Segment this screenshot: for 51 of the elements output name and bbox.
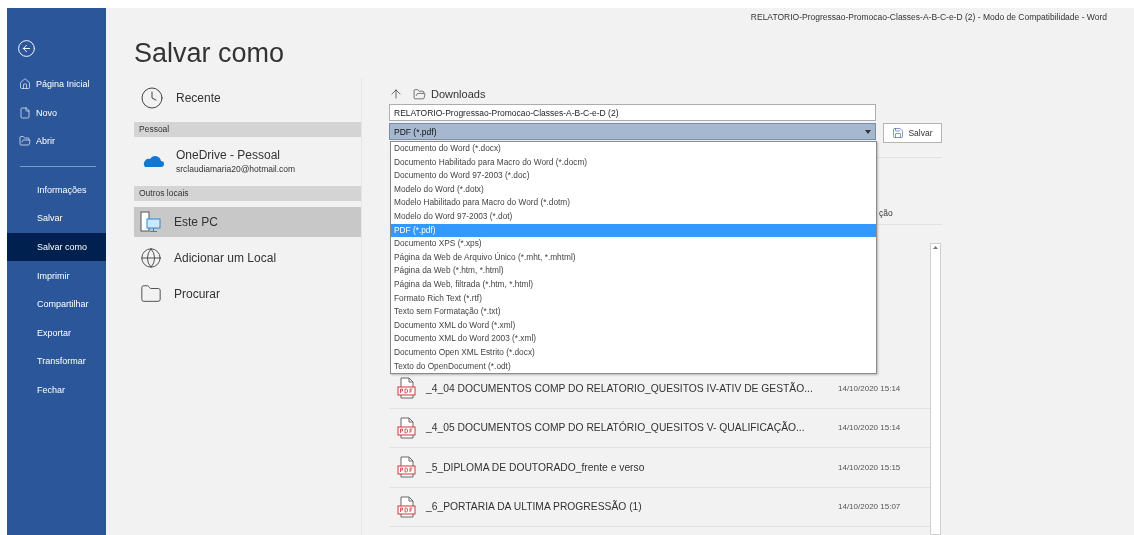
sidebar-item[interactable]: Abrir xyxy=(7,127,106,156)
pdf-file-icon xyxy=(397,456,416,479)
up-arrow-icon[interactable] xyxy=(389,87,403,101)
sidebar-item[interactable]: Informações xyxy=(7,175,106,205)
document-icon xyxy=(19,106,31,119)
home-icon xyxy=(19,78,31,91)
folder-icon xyxy=(19,135,31,148)
page-title: Salvar como xyxy=(134,38,286,70)
section-header: Pessoal xyxy=(134,122,361,137)
column-header[interactable]: ção xyxy=(879,208,893,218)
save-icon xyxy=(892,127,905,139)
sidebar-item[interactable]: Salvar xyxy=(7,204,106,233)
sidebar-item[interactable]: Novo xyxy=(7,98,106,127)
file-row[interactable]: _4_05 DOCUMENTOS COMP DO RELATÓRIO_QUESITOS V- QUALIFICAÇÃO... 14/10/2020 15:14 xyxy=(389,408,930,448)
file-row[interactable]: _6_PORTARIA DA ULTIMA PROGRESSÃO (1) 14/10/2020 15:07 xyxy=(389,487,930,527)
file-row[interactable]: _5_DIPLOMA DE DOUTORADO_frente e verso 14/10/2020 15:15 xyxy=(389,448,930,488)
sidebar-item[interactable]: Página Inicial xyxy=(7,70,106,99)
sidebar-item[interactable]: Fechar xyxy=(7,375,106,405)
location-item[interactable]: Recente xyxy=(134,81,361,115)
folder-icon xyxy=(413,87,426,101)
caret-icon xyxy=(865,129,871,134)
sidebar-item[interactable]: Imprimir xyxy=(7,261,106,290)
clock-icon xyxy=(140,86,164,110)
pdf-file-icon xyxy=(397,416,416,439)
file-type-option[interactable]: Documento do Word 97-2003 (*.doc) xyxy=(391,169,876,183)
sidebar-item[interactable]: Exportar xyxy=(7,318,106,348)
sidebar-item[interactable]: Salvar como xyxy=(7,232,106,262)
scrollbar[interactable] xyxy=(930,243,941,535)
section-header: Outros locais xyxy=(134,186,361,201)
scroll-up-icon[interactable] xyxy=(932,244,939,250)
pdf-file-icon xyxy=(397,495,416,518)
globe-icon xyxy=(140,247,162,269)
file-type-option[interactable]: Modelo Habilitado para Macro do Word (*.dotm) xyxy=(391,196,876,210)
sidebar-item[interactable]: Compartilhar xyxy=(7,289,106,319)
location-item[interactable]: Procurar xyxy=(134,279,361,309)
location-item[interactable]: Este PC xyxy=(134,207,361,237)
file-type-option[interactable]: Documento XPS (*.xps) xyxy=(391,237,876,251)
save-button[interactable]: Salvar xyxy=(883,123,942,143)
location-item[interactable]: Adicionar um Local xyxy=(134,243,361,273)
file-type-option[interactable]: Página da Web (*.htm, *.html) xyxy=(391,264,876,278)
location-item[interactable]: OneDrive - Pessoal srclaudiamaria20@hotmail.com xyxy=(134,143,361,179)
filename-field[interactable]: RELATORIO-Progressao-Promocao-Classes-A-B-C-e-D (2) xyxy=(389,104,876,121)
window-title: RELATORIO-Progressao-Promocao-Classes-A-B-C-e-D (2) - Modo de Compatibilidade - Word xyxy=(750,12,1107,24)
computer-icon xyxy=(140,211,162,233)
file-type-option[interactable]: Texto sem Formatação (*.txt) xyxy=(391,305,876,319)
sidebar-item[interactable]: Transformar xyxy=(7,347,106,376)
file-type-option[interactable]: Documento XML do Word 2003 (*.xml) xyxy=(391,332,876,346)
pdf-file-icon xyxy=(397,377,416,400)
file-type-option[interactable]: Documento do Word (*.docx) xyxy=(391,142,876,156)
folder-icon xyxy=(140,283,162,305)
folder-path[interactable]: Downloads xyxy=(413,87,486,101)
